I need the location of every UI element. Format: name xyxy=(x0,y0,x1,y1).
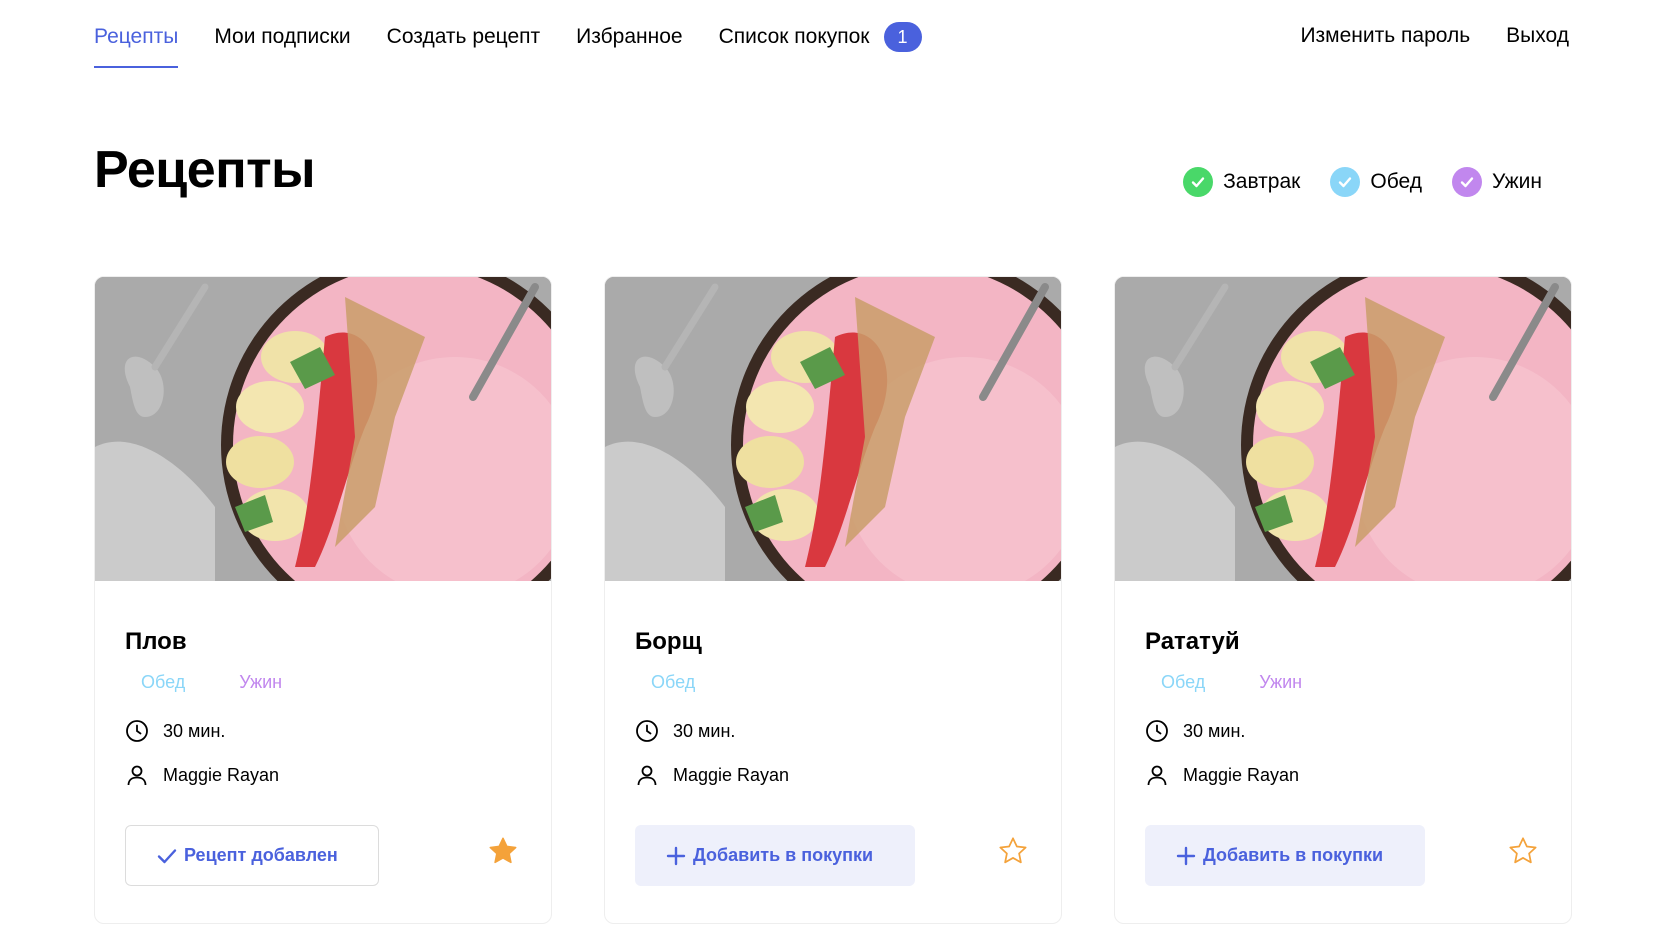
page-title: Рецепты xyxy=(94,141,315,199)
recipe-author-name[interactable]: Maggie Rayan xyxy=(1183,765,1299,786)
recipe-card-body: Борщ Обед 30 мин. Maggie Rayan xyxy=(635,627,1031,787)
header: Рецепты Мои подписки Создать рецепт Избр… xyxy=(0,0,1654,70)
filter-breakfast[interactable]: Завтрак xyxy=(1183,167,1300,197)
clock-icon xyxy=(1146,720,1168,742)
smoothie-bowl-illustration xyxy=(1115,277,1571,581)
recipe-time-text: 30 мин. xyxy=(1183,720,1246,741)
add-to-shopping-label: Добавить в покупки xyxy=(1203,845,1384,865)
check-icon xyxy=(157,848,177,863)
star-icon xyxy=(489,837,517,864)
meal-filters: Завтрак Обед Ужин xyxy=(1153,167,1542,197)
recipe-tags: Обед xyxy=(635,667,1031,697)
tag-dinner: Ужин xyxy=(1259,672,1303,692)
favorite-toggle[interactable] xyxy=(1507,835,1539,867)
check-circle-icon xyxy=(1330,167,1361,197)
check-circle-icon xyxy=(1183,167,1214,197)
recipe-title[interactable]: Борщ xyxy=(635,627,1031,657)
logout-link[interactable]: Выход xyxy=(1506,22,1569,50)
star-icon xyxy=(999,837,1027,864)
recipe-actions: Добавить в покупки xyxy=(1145,825,1541,887)
plus-icon xyxy=(666,846,686,865)
nav-create-recipe[interactable]: Создать рецепт xyxy=(387,23,540,51)
tag-lunch: Обед xyxy=(1161,672,1206,692)
recipe-actions: Добавить в покупки xyxy=(635,825,1031,887)
clock-icon xyxy=(636,720,658,742)
recipe-image[interactable] xyxy=(1115,277,1571,581)
plus-icon xyxy=(1176,846,1196,865)
nav-shopping-list[interactable]: Список покупок 1 xyxy=(719,22,922,52)
nav-shopping-list-label: Список покупок xyxy=(718,25,870,48)
recipe-title[interactable]: Рататуй xyxy=(1145,627,1541,657)
check-circle-icon xyxy=(1451,167,1482,197)
favorite-toggle[interactable] xyxy=(487,835,519,867)
recipe-card: Рататуй Обед Ужин 30 мин. Maggie Rayan Д… xyxy=(1114,276,1572,924)
recipe-image[interactable] xyxy=(95,277,551,581)
recipe-author: Maggie Rayan xyxy=(1145,763,1541,787)
recipe-author: Maggie Rayan xyxy=(125,763,521,787)
recipe-added-button[interactable]: Рецепт добавлен xyxy=(125,825,379,886)
recipe-time: 30 мин. xyxy=(1145,719,1541,743)
favorite-toggle[interactable] xyxy=(997,835,1029,867)
recipe-card: Борщ Обед 30 мин. Maggie Rayan Добавить … xyxy=(604,276,1062,924)
recipe-added-label: Рецепт добавлен xyxy=(184,845,338,865)
recipe-card-body: Рататуй Обед Ужин 30 мин. Maggie Rayan xyxy=(1145,627,1541,787)
nav-subscriptions[interactable]: Мои подписки xyxy=(214,23,350,51)
recipe-tags: Обед Ужин xyxy=(125,667,521,697)
add-to-shopping-button[interactable]: Добавить в покупки xyxy=(635,825,915,886)
tag-lunch: Обед xyxy=(141,672,186,692)
user-icon xyxy=(1147,765,1167,786)
filter-label: Обед xyxy=(1370,170,1422,193)
main-nav: Рецепты Мои подписки Создать рецепт Избр… xyxy=(94,22,958,68)
recipe-time: 30 мин. xyxy=(125,719,521,743)
nav-favorites[interactable]: Избранное xyxy=(576,23,682,51)
clock-icon xyxy=(126,720,148,742)
smoothie-bowl-illustration xyxy=(605,277,1061,581)
account-nav: Изменить пароль Выход xyxy=(1264,22,1569,50)
filter-label: Ужин xyxy=(1491,170,1542,193)
recipe-image[interactable] xyxy=(605,277,1061,581)
recipe-author-name[interactable]: Maggie Rayan xyxy=(673,765,789,786)
nav-recipes[interactable]: Рецепты xyxy=(94,23,179,68)
recipe-title[interactable]: Плов xyxy=(125,627,521,657)
recipe-list: Плов Обед Ужин 30 мин. Maggie Rayan Реце… xyxy=(94,276,1572,924)
recipe-tags: Обед Ужин xyxy=(1145,667,1541,697)
recipe-author: Maggie Rayan xyxy=(635,763,1031,787)
user-icon xyxy=(637,765,657,786)
tag-lunch: Обед xyxy=(651,672,696,692)
recipe-actions: Рецепт добавлен xyxy=(125,825,521,887)
user-icon xyxy=(127,765,147,786)
filter-label: Завтрак xyxy=(1223,170,1301,193)
recipe-time-text: 30 мин. xyxy=(673,720,736,741)
add-to-shopping-label: Добавить в покупки xyxy=(693,845,874,865)
add-to-shopping-button[interactable]: Добавить в покупки xyxy=(1145,825,1425,886)
filter-lunch[interactable]: Обед xyxy=(1330,167,1422,197)
tag-dinner: Ужин xyxy=(239,672,283,692)
change-password-link[interactable]: Изменить пароль xyxy=(1300,22,1470,50)
recipe-time-text: 30 мин. xyxy=(163,720,226,741)
recipe-card: Плов Обед Ужин 30 мин. Maggie Rayan Реце… xyxy=(94,276,552,924)
recipe-time: 30 мин. xyxy=(635,719,1031,743)
recipe-author-name[interactable]: Maggie Rayan xyxy=(163,765,279,786)
smoothie-bowl-illustration xyxy=(95,277,551,581)
filter-dinner[interactable]: Ужин xyxy=(1451,167,1542,197)
shopping-list-count-badge: 1 xyxy=(883,22,922,52)
recipe-card-body: Плов Обед Ужин 30 мин. Maggie Rayan xyxy=(125,627,521,787)
star-icon xyxy=(1509,837,1537,864)
